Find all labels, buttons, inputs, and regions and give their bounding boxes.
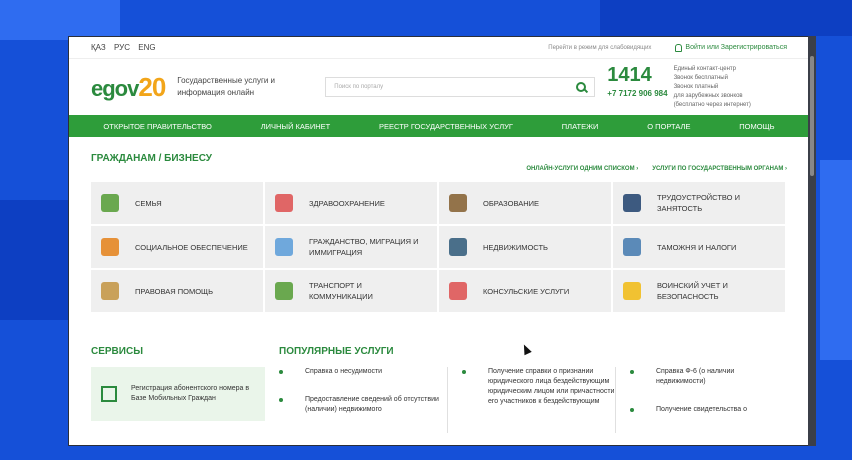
- main-nav: ОТКРЫТОЕ ПРАВИТЕЛЬСТВО ЛИЧНЫЙ КАБИНЕТ РЕ…: [69, 115, 809, 137]
- category-label: ВОИНСКИЙ УЧЕТ И БЕЗОПАСНОСТЬ: [657, 281, 728, 301]
- services-section: СЕРВИСЫ Регистрация абонентского номера …: [91, 346, 265, 433]
- popular-column: Получение справки о признании юридическо…: [447, 367, 615, 433]
- category-label: ПРАВОВАЯ ПОМОЩЬ: [135, 286, 213, 296]
- search-placeholder: Поиск по порталу: [334, 84, 384, 90]
- nav-personal-cabinet[interactable]: ЛИЧНЫЙ КАБИНЕТ: [261, 122, 331, 131]
- category-tile[interactable]: ОБРАЗОВАНИЕ: [439, 182, 611, 224]
- category-label: СЕМЬЯ: [135, 198, 162, 208]
- migration-icon: [275, 238, 293, 256]
- category-tile[interactable]: КОНСУЛЬСКИЕ УСЛУГИ: [439, 270, 611, 312]
- category-label: КОНСУЛЬСКИЕ УСЛУГИ: [483, 286, 570, 296]
- section-title-popular: ПОПУЛЯРНЫЕ УСЛУГИ: [279, 346, 394, 357]
- nav-help[interactable]: ПОМОЩЬ: [739, 122, 774, 131]
- lang-kz[interactable]: ҚАЗ: [91, 43, 106, 52]
- service-card-label: Регистрация абонентского номера в Базе М…: [131, 385, 250, 402]
- lang-en[interactable]: ENG: [138, 43, 155, 52]
- agencies-link[interactable]: УСЛУГИ ПО ГОСУДАРСТВЕННЫМ ОРГАНАМ ›: [652, 166, 787, 172]
- header: egov 20 Государственные услуги и информац…: [69, 59, 809, 115]
- legal-icon: [101, 282, 119, 300]
- service-card[interactable]: Регистрация абонентского номера в Базе М…: [91, 367, 265, 421]
- popular-item[interactable]: Получение свидетельства о: [630, 405, 783, 415]
- category-label: СОЦИАЛЬНОЕ ОБЕСПЕЧЕНИЕ: [135, 242, 248, 252]
- contact-number: 1414: [607, 63, 652, 86]
- popular-column: Справка Ф-6 (о наличии недвижимости) Пол…: [615, 367, 783, 433]
- accessibility-link[interactable]: Перейти в режим для слабовидящих: [548, 45, 651, 51]
- online-services-link[interactable]: ОНЛАЙН-УСЛУГИ ОДНИМ СПИСКОМ ›: [526, 166, 638, 172]
- section-title-citizens: ГРАЖДАНАМ / БИЗНЕСУ: [91, 153, 213, 164]
- login-link[interactable]: Войти или Зарегистрироваться: [675, 43, 787, 52]
- customs-icon: [623, 238, 641, 256]
- employment-icon: [623, 194, 641, 212]
- contact-center: 1414 +7 7172 906 984 Единый контакт-цент…: [607, 65, 751, 110]
- popular-item[interactable]: Справка о несудимости: [279, 367, 447, 377]
- category-tile[interactable]: ТРАНСПОРТ И КОММУНИКАЦИИ: [265, 270, 437, 312]
- nav-services-registry[interactable]: РЕЕСТР ГОСУДАРСТВЕННЫХ УСЛУГ: [379, 122, 513, 131]
- category-label: ТАМОЖНЯ И НАЛОГИ: [657, 242, 737, 252]
- nav-open-government[interactable]: ОТКРЫТОЕ ПРАВИТЕЛЬСТВО: [103, 122, 211, 131]
- popular-item[interactable]: Справка Ф-6 (о наличии недвижимости): [630, 367, 783, 387]
- category-label: ТРАНСПОРТ И КОММУНИКАЦИИ: [309, 281, 373, 301]
- egov-logo[interactable]: egov 20: [91, 72, 166, 103]
- sim-icon: [101, 386, 117, 402]
- category-label: ЗДРАВООХРАНЕНИЕ: [309, 198, 385, 208]
- browser-window: ҚАЗ РУС ENG Перейти в режим для слабовид…: [68, 36, 810, 446]
- health-icon: [275, 194, 293, 212]
- category-tile[interactable]: ПРАВОВАЯ ПОМОЩЬ: [91, 270, 263, 312]
- citizens-section: ГРАЖДАНАМ / БИЗНЕСУ ОНЛАЙН-УСЛУГИ ОДНИМ …: [69, 137, 809, 312]
- category-label: ОБРАЗОВАНИЕ: [483, 198, 540, 208]
- consular-icon: [449, 282, 467, 300]
- family-icon: [101, 194, 119, 212]
- search-icon[interactable]: [576, 82, 587, 92]
- category-tile[interactable]: ВОИНСКИЙ УЧЕТ И БЕЗОПАСНОСТЬ: [613, 270, 785, 312]
- category-tile[interactable]: СОЦИАЛЬНОЕ ОБЕСПЕЧЕНИЕ: [91, 226, 263, 268]
- education-icon: [449, 194, 467, 212]
- window-scrollbar[interactable]: [808, 36, 816, 446]
- tagline: Государственные услуги и информация онла…: [177, 76, 276, 97]
- category-label: НЕДВИЖИМОСТЬ: [483, 242, 548, 252]
- popular-column: Справка о несудимости Предоставление све…: [279, 367, 447, 433]
- category-tile[interactable]: ТРУДОУСТРОЙСТВО И ЗАНЯТОСТЬ: [613, 182, 785, 224]
- realestate-icon: [449, 238, 467, 256]
- nav-about[interactable]: О ПОРТАЛЕ: [647, 122, 690, 131]
- popular-item[interactable]: Предоставление сведений об отсутствии (н…: [279, 395, 447, 415]
- category-tile[interactable]: ЗДРАВООХРАНЕНИЕ: [265, 182, 437, 224]
- popular-section: ПОПУЛЯРНЫЕ УСЛУГИ Справка о несудимости …: [279, 346, 787, 433]
- popular-item[interactable]: Получение справки о признании юридическо…: [462, 367, 615, 407]
- category-tile[interactable]: СЕМЬЯ: [91, 182, 263, 224]
- contact-phone: +7 7172 906 984: [607, 88, 668, 98]
- transport-icon: [275, 282, 293, 300]
- lang-ru[interactable]: РУС: [114, 43, 130, 52]
- person-icon: [675, 43, 683, 52]
- category-tile[interactable]: ТАМОЖНЯ И НАЛОГИ: [613, 226, 785, 268]
- login-label: Войти или Зарегистрироваться: [685, 44, 787, 51]
- top-bar: ҚАЗ РУС ENG Перейти в режим для слабовид…: [69, 37, 809, 59]
- language-switcher: ҚАЗ РУС ENG: [91, 43, 162, 52]
- social-icon: [101, 238, 119, 256]
- security-icon: [623, 282, 641, 300]
- scrollbar-thumb[interactable]: [810, 56, 814, 176]
- category-label: ГРАЖДАНСТВО, МИГРАЦИЯ И ИММИГРАЦИЯ: [309, 237, 419, 257]
- category-grid: СЕМЬЯ ЗДРАВООХРАНЕНИЕ ОБРАЗОВАНИЕ ТРУДОУСТР…: [91, 182, 787, 312]
- contact-info: Единый контакт-центр Звонок бесплатный З…: [673, 65, 751, 108]
- nav-payments[interactable]: ПЛАТЕЖИ: [562, 122, 599, 131]
- category-tile[interactable]: НЕДВИЖИМОСТЬ: [439, 226, 611, 268]
- section-title-services: СЕРВИСЫ: [91, 346, 143, 357]
- category-tile[interactable]: ГРАЖДАНСТВО, МИГРАЦИЯ И ИММИГРАЦИЯ: [265, 226, 437, 268]
- search-input[interactable]: Поиск по порталу: [325, 77, 596, 97]
- category-label: ТРУДОУСТРОЙСТВО И ЗАНЯТОСТЬ: [657, 193, 740, 213]
